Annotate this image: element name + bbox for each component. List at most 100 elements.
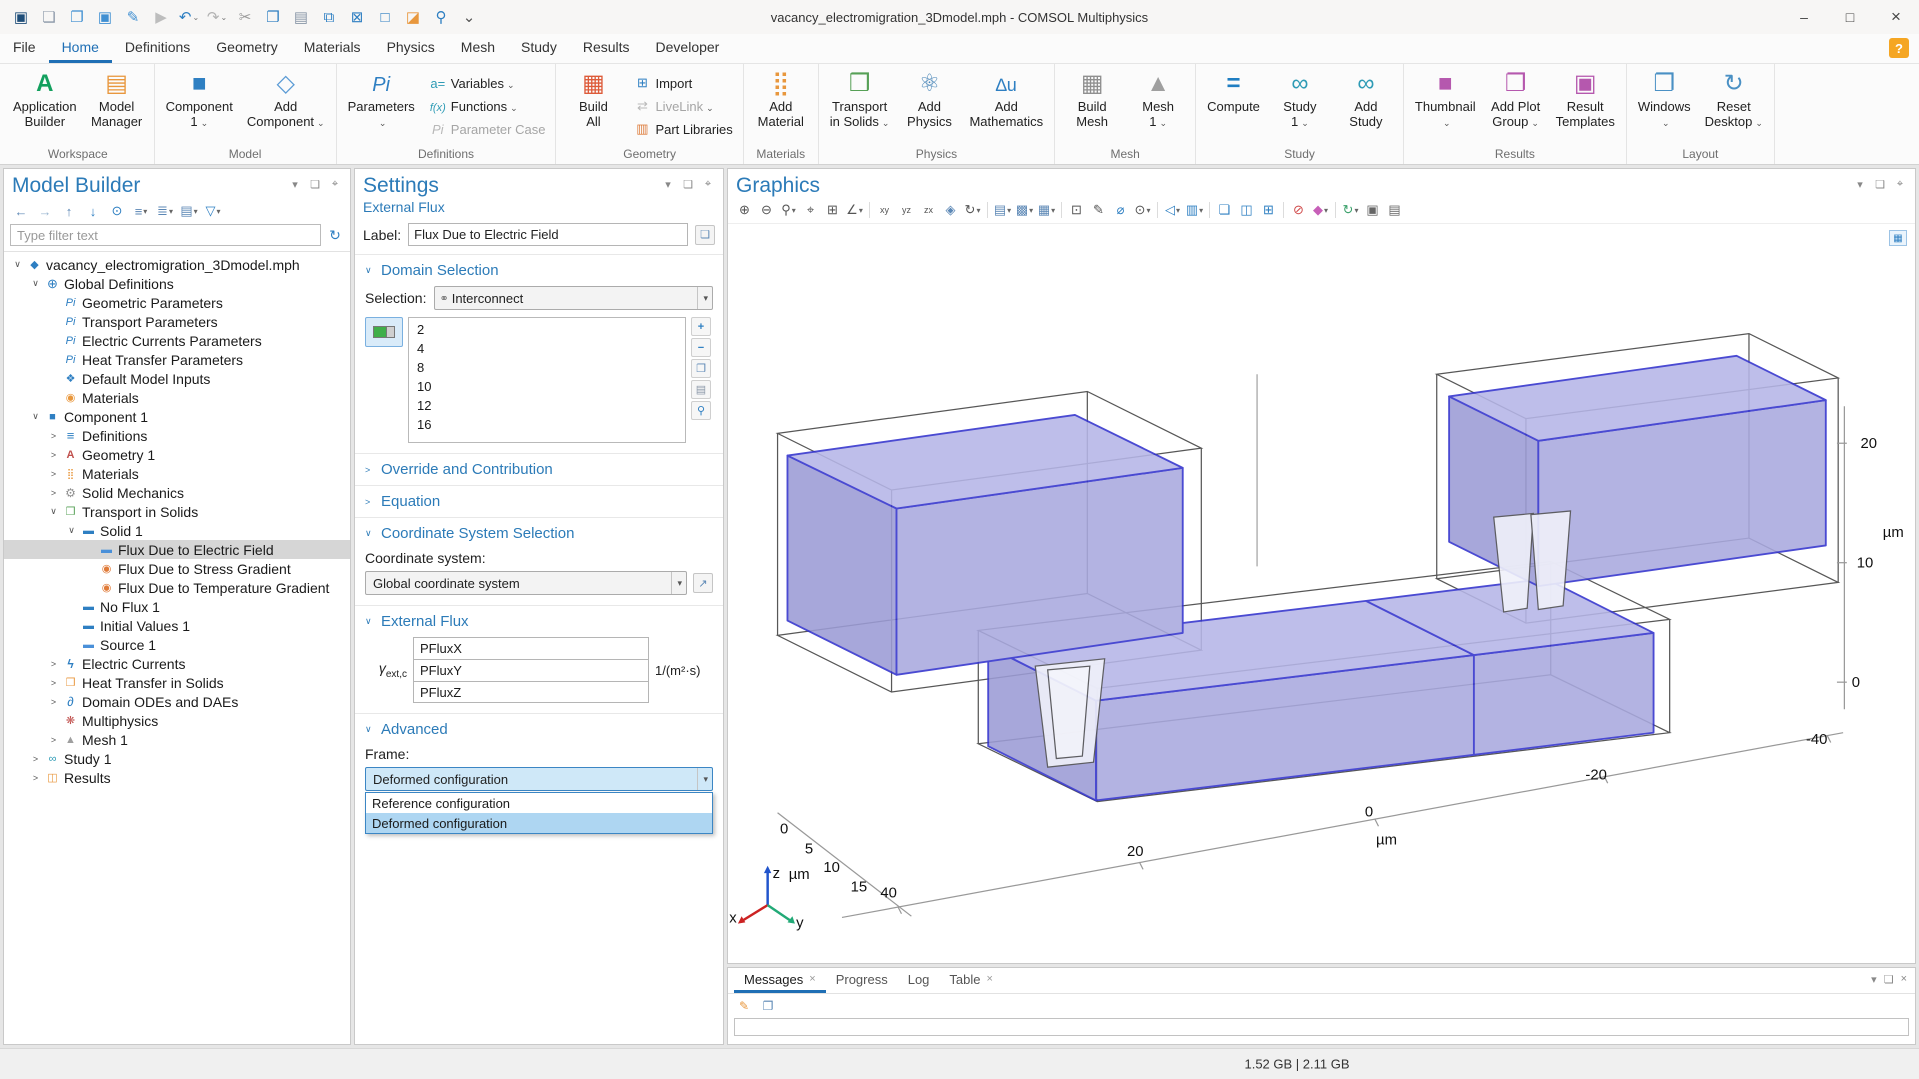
msg-copy-icon[interactable]	[758, 997, 778, 1015]
msg-clear-icon[interactable]	[734, 997, 754, 1015]
coordinate-system-header[interactable]: Coordinate System Selection	[355, 518, 723, 549]
coordinate-system-combo[interactable]: Global coordinate system ▾	[365, 571, 687, 595]
separator-icon[interactable]	[869, 202, 870, 218]
messages-tab[interactable]: Table	[939, 968, 1003, 993]
panel-float-icon[interactable]	[308, 178, 322, 191]
panel-pin-icon[interactable]	[701, 178, 715, 191]
ribbon-button[interactable]: Compute	[1200, 66, 1267, 146]
panel-pin-icon[interactable]	[1893, 178, 1907, 191]
separator-icon[interactable]	[987, 202, 988, 218]
maximize-button[interactable]	[1827, 0, 1873, 34]
tree-item[interactable]: Results	[4, 768, 350, 787]
ribbon-button[interactable]: Parameter Case	[422, 118, 552, 141]
selection-settings-icon[interactable]	[1132, 200, 1153, 220]
duplicate-icon[interactable]	[316, 4, 342, 30]
delete-icon[interactable]	[344, 4, 370, 30]
tree-expander[interactable]	[46, 506, 61, 517]
separator-icon[interactable]	[1157, 202, 1158, 218]
domain-list-item[interactable]: 8	[409, 358, 685, 377]
ribbon-button[interactable]: Component 1	[159, 66, 240, 146]
ribbon-button[interactable]: Add Mathematics	[962, 66, 1050, 146]
menu-tab[interactable]: Materials	[291, 34, 374, 63]
close-tab-icon[interactable]	[987, 973, 993, 985]
panel-menu-icon[interactable]	[288, 178, 302, 191]
tree-expander[interactable]	[46, 488, 61, 498]
menu-tab[interactable]: Results	[570, 34, 643, 63]
zoom-selected-icon[interactable]	[822, 200, 843, 220]
move-up-icon[interactable]	[58, 201, 80, 221]
tree-item[interactable]: Mesh 1	[4, 730, 350, 749]
collapse-all-icon[interactable]	[154, 201, 176, 221]
tree-item[interactable]: Multiphysics	[4, 711, 350, 730]
ribbon-button[interactable]: Transport in Solids	[823, 66, 897, 146]
ribbon-button[interactable]: Import	[626, 72, 738, 95]
tree-expander[interactable]	[46, 659, 61, 669]
paste-icon[interactable]	[288, 4, 314, 30]
frame-option[interactable]: Deformed configuration	[366, 813, 712, 833]
override-header[interactable]: Override and Contribution	[355, 454, 723, 485]
tree-item[interactable]: Study 1	[4, 749, 350, 768]
window-grid-icon[interactable]	[1258, 200, 1279, 220]
menu-tab[interactable]: Physics	[374, 34, 448, 63]
nav-back-icon[interactable]	[10, 201, 32, 221]
view-orientation-icon[interactable]	[844, 200, 865, 220]
select-frame-icon[interactable]	[1066, 200, 1087, 220]
ribbon-button[interactable]: Thumbnail	[1408, 66, 1483, 146]
panel-float-icon[interactable]	[1884, 973, 1894, 986]
domain-selection-header[interactable]: Domain Selection	[355, 255, 723, 286]
separator-icon[interactable]	[1335, 202, 1336, 218]
move-down-icon[interactable]	[82, 201, 104, 221]
ribbon-button[interactable]: Add Plot Group	[1483, 66, 1549, 146]
window-single-icon[interactable]	[1214, 200, 1235, 220]
tree-expander[interactable]	[28, 754, 43, 764]
close-button[interactable]	[1873, 0, 1919, 34]
domain-list-item[interactable]: 12	[409, 396, 685, 415]
tree-expander[interactable]	[64, 525, 79, 536]
domain-list[interactable]: 2 4 8	[408, 317, 686, 443]
ribbon-button[interactable]: Functions	[422, 95, 552, 118]
menu-tab[interactable]: File	[0, 34, 49, 63]
ribbon-button[interactable]: Add Component	[240, 66, 332, 146]
ribbon-button[interactable]: Add Material	[748, 66, 814, 146]
window-split-icon[interactable]	[1236, 200, 1257, 220]
disable-icon[interactable]	[372, 4, 398, 30]
default-view-icon[interactable]	[940, 200, 961, 220]
view-yz-icon[interactable]	[896, 200, 917, 220]
menu-tab[interactable]: Study	[508, 34, 570, 63]
copy-icon[interactable]	[260, 4, 286, 30]
ribbon-button[interactable]: Variables	[422, 72, 552, 95]
selection-add-icon[interactable]	[691, 317, 711, 336]
domain-list-item[interactable]: 2	[409, 320, 685, 339]
selection-paste-icon[interactable]	[691, 380, 711, 399]
flux-value-field[interactable]: PFluxX	[413, 637, 649, 659]
menu-tab[interactable]: Developer	[643, 34, 733, 63]
save-icon[interactable]	[92, 4, 118, 30]
measure-icon[interactable]	[1110, 200, 1131, 220]
active-toggle-button[interactable]	[365, 317, 403, 347]
tree-item[interactable]: Heat Transfer in Solids	[4, 673, 350, 692]
selection-combo[interactable]: Interconnect ▾	[434, 286, 713, 310]
color-picker-icon[interactable]	[1310, 200, 1331, 220]
view-xy-icon[interactable]	[874, 200, 895, 220]
tree-item[interactable]: Solid 1	[4, 521, 350, 540]
tree-expander[interactable]	[46, 678, 61, 688]
scene-legend-icon[interactable]	[1889, 230, 1907, 246]
node-group-icon[interactable]	[178, 201, 200, 221]
selection-zoom-icon[interactable]	[691, 401, 711, 420]
external-flux-header[interactable]: External Flux	[355, 606, 723, 637]
panel-close-icon[interactable]	[1901, 973, 1907, 986]
zoom-extents-icon[interactable]	[800, 200, 821, 220]
run-icon[interactable]	[148, 4, 174, 30]
ribbon-button[interactable]: Model Manager	[84, 66, 150, 146]
clear-scene-icon[interactable]	[1288, 200, 1309, 220]
tree-item[interactable]: Source 1	[4, 635, 350, 654]
qat-chevron-icon[interactable]	[456, 4, 482, 30]
tree-item[interactable]: Electric Currents Parameters	[4, 331, 350, 350]
ribbon-button[interactable]: Mesh 1	[1125, 66, 1191, 146]
separator-icon[interactable]	[1061, 202, 1062, 218]
tree-item[interactable]: Heat Transfer Parameters	[4, 350, 350, 369]
nav-forward-icon[interactable]	[34, 201, 56, 221]
filter-icon[interactable]	[202, 201, 224, 221]
tree-item[interactable]: No Flux 1	[4, 597, 350, 616]
ribbon-button[interactable]: Add Physics	[896, 66, 962, 146]
